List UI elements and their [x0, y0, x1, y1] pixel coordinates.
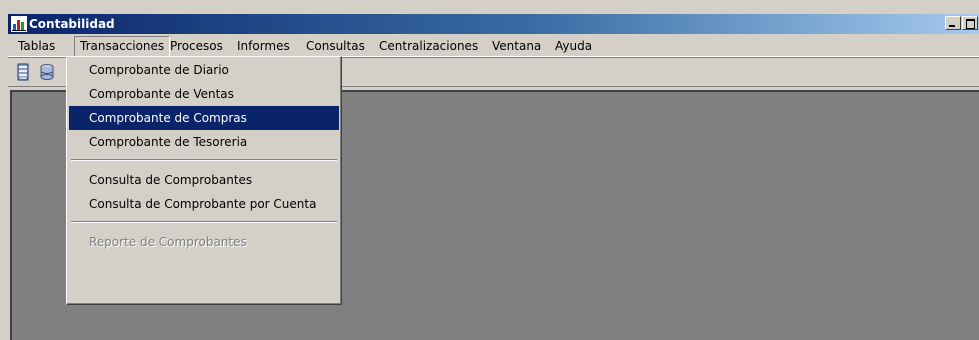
menu-separator	[71, 159, 337, 161]
menu-item-consulta-comprobante-cuenta[interactable]: Consulta de Comprobante por Cuenta	[69, 192, 339, 216]
app-icon	[11, 16, 27, 32]
menu-item-comprobante-compras[interactable]: Comprobante de Compras	[69, 106, 339, 130]
database-icon[interactable]	[38, 63, 56, 81]
window-title: Contabilidad	[29, 17, 115, 31]
menu-bar: Tablas Transacciones Procesos Informes C…	[8, 35, 979, 57]
menu-item-consulta-comprobantes[interactable]: Consulta de Comprobantes	[69, 168, 339, 192]
document-stack-icon[interactable]	[14, 63, 32, 81]
menu-tablas[interactable]: Tablas	[18, 39, 55, 53]
transacciones-dropdown-menu: Comprobante de Diario Comprobante de Ven…	[66, 56, 342, 305]
minimize-button[interactable]	[945, 16, 961, 30]
menu-ventana[interactable]: Ventana	[492, 39, 541, 53]
menu-separator	[71, 221, 337, 223]
menu-item-comprobante-ventas[interactable]: Comprobante de Ventas	[69, 82, 339, 106]
menu-item-comprobante-tesoreria[interactable]: Comprobante de Tesoreria	[69, 130, 339, 154]
menu-consultas[interactable]: Consultas	[306, 39, 365, 53]
menu-centralizaciones[interactable]: Centralizaciones	[379, 39, 478, 53]
menu-item-comprobante-diario[interactable]: Comprobante de Diario	[69, 58, 339, 82]
application-window: Contabilidad Tablas Transacciones Proces…	[0, 0, 979, 340]
menu-item-reporte-comprobantes: Reporte de Comprobantes	[89, 235, 247, 249]
title-bar[interactable]: Contabilidad	[8, 14, 979, 34]
menu-ayuda[interactable]: Ayuda	[555, 39, 592, 53]
maximize-icon	[966, 19, 975, 29]
menu-transacciones[interactable]: Transacciones	[74, 36, 171, 57]
minimize-icon	[949, 25, 955, 27]
maximize-button[interactable]	[962, 16, 978, 30]
menu-informes[interactable]: Informes	[237, 39, 290, 53]
menu-procesos[interactable]: Procesos	[170, 39, 223, 53]
